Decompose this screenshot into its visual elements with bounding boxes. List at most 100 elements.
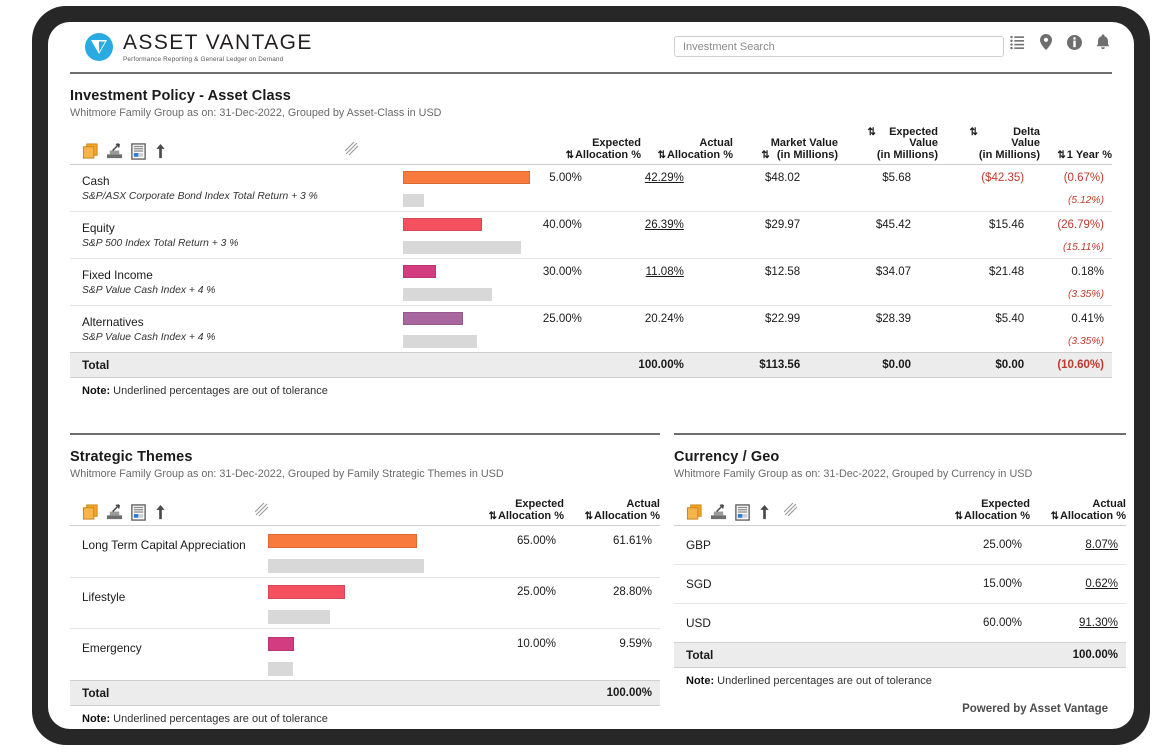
actual-allocation-bar [402, 305, 486, 331]
out-of-tolerance-value[interactable]: 11.08% [646, 266, 684, 278]
column-label: Expected Allocation % [963, 498, 1030, 522]
bell-icon[interactable] [1096, 34, 1110, 50]
table-cell[interactable]: 42.29% [590, 165, 692, 190]
location-pin-icon[interactable] [1039, 34, 1053, 50]
sort-icon[interactable]: ⇅ [585, 511, 594, 522]
column-header-expected-allocation[interactable]: ⇅ Expected Allocation % [468, 498, 564, 523]
copy-icon[interactable] [82, 504, 99, 521]
row-label: Emergency [70, 628, 268, 658]
strategic-themes-toolbar: ⇅ Expected Allocation % ⇅ Actual Allocatio… [70, 488, 660, 526]
column-header-actual-allocation[interactable]: ⇅ Actual Allocation % [1030, 498, 1126, 523]
export-icon[interactable] [106, 143, 123, 160]
table-cell: 0.18% [1032, 258, 1112, 284]
report-icon[interactable] [130, 143, 147, 160]
column-header-delta-value[interactable]: ⇅ Delta Value (in Millions) [938, 126, 1041, 163]
table-cell[interactable]: 26.39% [589, 211, 692, 237]
column-label: Expected Allocation % [497, 498, 564, 522]
report-icon[interactable] [734, 504, 751, 521]
empty-cell [70, 658, 268, 680]
brand-logo[interactable]: ASSET VANTAGE Performance Reporting & Ge… [84, 32, 313, 63]
table-cell: 15.00% [934, 564, 1030, 604]
currency-geo-column-headers: ⇅ Expected Allocation % ⇅ Actual Allocatio… [934, 498, 1126, 523]
asset-class-note: Note: Underlined percentages are out of … [70, 378, 1112, 397]
out-of-tolerance-value[interactable]: 42.29% [645, 172, 684, 184]
info-icon[interactable] [1067, 34, 1082, 50]
sort-icon[interactable]: ⇅ [1051, 511, 1060, 522]
table-cell[interactable]: 8.07% [1030, 526, 1126, 565]
expected-allocation-bar [268, 658, 468, 680]
export-icon[interactable] [106, 504, 123, 521]
table-cell[interactable]: 0.62% [1030, 564, 1126, 604]
out-of-tolerance-value[interactable]: 0.62% [1085, 578, 1118, 590]
column-header-expected-value[interactable]: ⇅ Expected Value (in Millions) [838, 126, 939, 163]
table-cell: $15.46 [919, 211, 1033, 237]
table-row: USD 60.00% 91.30% [674, 603, 1126, 643]
row-label: Fixed Income [70, 258, 403, 284]
table-row: Alternatives 25.00% 20.24% $22.99 $28.39 $5.4… [70, 305, 1112, 331]
table-cell: (0.67%) [1063, 171, 1104, 184]
table-cell[interactable]: 91.30% [1030, 603, 1126, 643]
strategic-themes-column-headers: ⇅ Expected Allocation % ⇅ Actual Allocatio… [468, 498, 660, 523]
empty-cell [468, 658, 564, 680]
total-row: Total 100.00% $113.56 $0.00 $0.00 (10.60%) [70, 352, 1112, 378]
table-cell: (15.11%) [1062, 242, 1104, 253]
sort-icon[interactable]: ⇅ [970, 127, 979, 138]
out-of-tolerance-value[interactable]: 91.30% [1079, 617, 1118, 629]
column-header-one-year[interactable]: ⇅ 1 Year % [1040, 149, 1112, 163]
column-header-expected-allocation[interactable]: ⇅ Expected Allocation % [547, 137, 641, 162]
table-cell: $12.58 [691, 258, 809, 284]
panel-resize-handle[interactable] [344, 141, 359, 161]
table-row: SGD 15.00% 0.62% [674, 564, 1126, 604]
table-cell: 25.00% [982, 539, 1022, 551]
table-cell: $5.40 [919, 305, 1033, 331]
upload-arrow-icon[interactable] [154, 504, 167, 521]
sort-icon[interactable]: ⇅ [658, 150, 667, 161]
table-cell: 0.41% [1032, 305, 1112, 331]
report-icon[interactable] [130, 504, 147, 521]
table-cell: $0.00 [808, 352, 920, 378]
currency-geo-note: Note: Underlined percentages are out of … [674, 668, 1126, 687]
export-icon[interactable] [710, 504, 727, 521]
asset-class-panel: Investment Policy - Asset Class Whitmore… [70, 74, 1112, 397]
total-row: Total 100.00% [674, 642, 1126, 668]
upload-arrow-icon[interactable] [154, 143, 167, 160]
out-of-tolerance-value[interactable]: 26.39% [645, 219, 684, 231]
sort-icon[interactable]: ⇅ [489, 511, 498, 522]
sort-icon[interactable]: ⇅ [761, 150, 770, 161]
empty-cell [919, 331, 1032, 353]
copy-icon[interactable] [82, 143, 99, 160]
out-of-tolerance-value[interactable]: 8.07% [1085, 539, 1118, 551]
search-input[interactable] [674, 36, 1004, 57]
total-label: Total [70, 352, 403, 378]
column-header-market-value[interactable]: ⇅ Market Value (in Millions) [733, 137, 838, 162]
column-header-expected-allocation[interactable]: ⇅ Expected Allocation % [934, 498, 1030, 523]
empty-cell [692, 331, 808, 353]
table-cell: 25.00% [485, 305, 590, 331]
empty-cell [808, 331, 919, 353]
table-cell[interactable]: 11.08% [589, 258, 692, 284]
sort-icon[interactable]: ⇅ [955, 511, 964, 522]
empty-cell [70, 607, 268, 629]
table-cell: 30.00% [485, 258, 590, 284]
currency-geo-subtitle: Whitmore Family Group as on: 31-Dec-2022… [674, 468, 1033, 480]
column-header-actual-allocation[interactable]: ⇅ Actual Allocation % [641, 137, 733, 162]
benchmark-label: S&P 500 Index Total Return + 3 % [82, 238, 239, 249]
panel-resize-handle[interactable] [254, 502, 269, 522]
empty-cell [468, 607, 564, 629]
copy-icon[interactable] [686, 504, 703, 521]
strategic-themes-table: Long Term Capital Appreciation 65.00% 61.6… [70, 526, 660, 706]
brand-name: ASSET VANTAGE [123, 31, 313, 54]
table-cell: $21.48 [919, 258, 1033, 284]
list-icon[interactable] [1010, 35, 1025, 50]
sort-icon[interactable]: ⇅ [566, 150, 575, 161]
table-cell: 9.59% [564, 628, 660, 658]
upload-arrow-icon[interactable] [758, 504, 771, 521]
sort-icon[interactable]: ⇅ [1057, 150, 1066, 161]
empty-cell [590, 284, 692, 306]
panel-resize-handle[interactable] [783, 502, 798, 522]
sort-icon[interactable]: ⇅ [868, 127, 877, 138]
strategic-themes-panel: Strategic Themes Whitmore Family Group a… [70, 433, 660, 725]
toolbar-icon-group [82, 143, 167, 160]
empty-cell [808, 237, 919, 259]
column-header-actual-allocation[interactable]: ⇅ Actual Allocation % [564, 498, 660, 523]
